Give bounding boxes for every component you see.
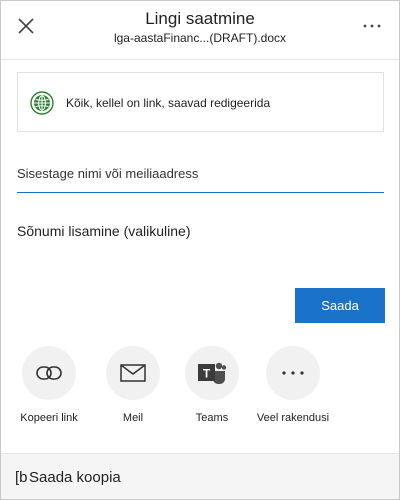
teams-circle: T — [185, 346, 239, 400]
mail-icon — [120, 364, 146, 382]
ellipsis-icon — [282, 371, 304, 375]
copy-link-circle — [22, 346, 76, 400]
link-icon — [36, 366, 62, 380]
header-divider — [1, 59, 399, 60]
message-input[interactable] — [17, 215, 384, 247]
svg-text:T: T — [203, 367, 211, 381]
teams-icon: T — [198, 362, 227, 384]
dialog-header: Lingi saatmine lga-aastaFinanc...(DRAFT)… — [1, 1, 399, 59]
share-dialog: Lingi saatmine lga-aastaFinanc...(DRAFT)… — [0, 0, 400, 500]
mail-button[interactable]: Meil — [93, 346, 173, 424]
recipient-input[interactable] — [17, 161, 384, 193]
dialog-title: Lingi saatmine — [145, 9, 255, 28]
send-copy-button[interactable]: [b Saada koopia — [1, 453, 399, 499]
link-settings-button[interactable]: Kõik, kellel on link, saavad redigeerida — [17, 72, 384, 132]
more-apps-label: Veel rakendusi — [256, 412, 330, 424]
share-apps: Kopeeri link Meil T Teams Veel rakendusi — [1, 346, 399, 436]
copy-link-button[interactable]: Kopeeri link — [9, 346, 89, 424]
globe-icon — [30, 91, 54, 115]
teams-button[interactable]: T Teams — [172, 346, 252, 424]
more-options-button[interactable] — [359, 13, 385, 39]
more-apps-button[interactable]: Veel rakendusi — [253, 346, 333, 424]
mail-label: Meil — [122, 412, 144, 424]
send-button[interactable]: Saada — [295, 288, 385, 323]
teams-label: Teams — [195, 412, 229, 424]
copy-link-label: Kopeeri link — [20, 412, 78, 424]
more-apps-circle — [266, 346, 320, 400]
more-icon — [363, 24, 381, 28]
file-name: lga-aastaFinanc...(DRAFT).docx — [113, 31, 287, 45]
link-permission-text: Kõik, kellel on link, saavad redigeerida — [66, 96, 271, 110]
mail-circle — [106, 346, 160, 400]
copy-icon: [b — [15, 469, 28, 486]
send-copy-label: Saada koopia — [29, 469, 121, 486]
